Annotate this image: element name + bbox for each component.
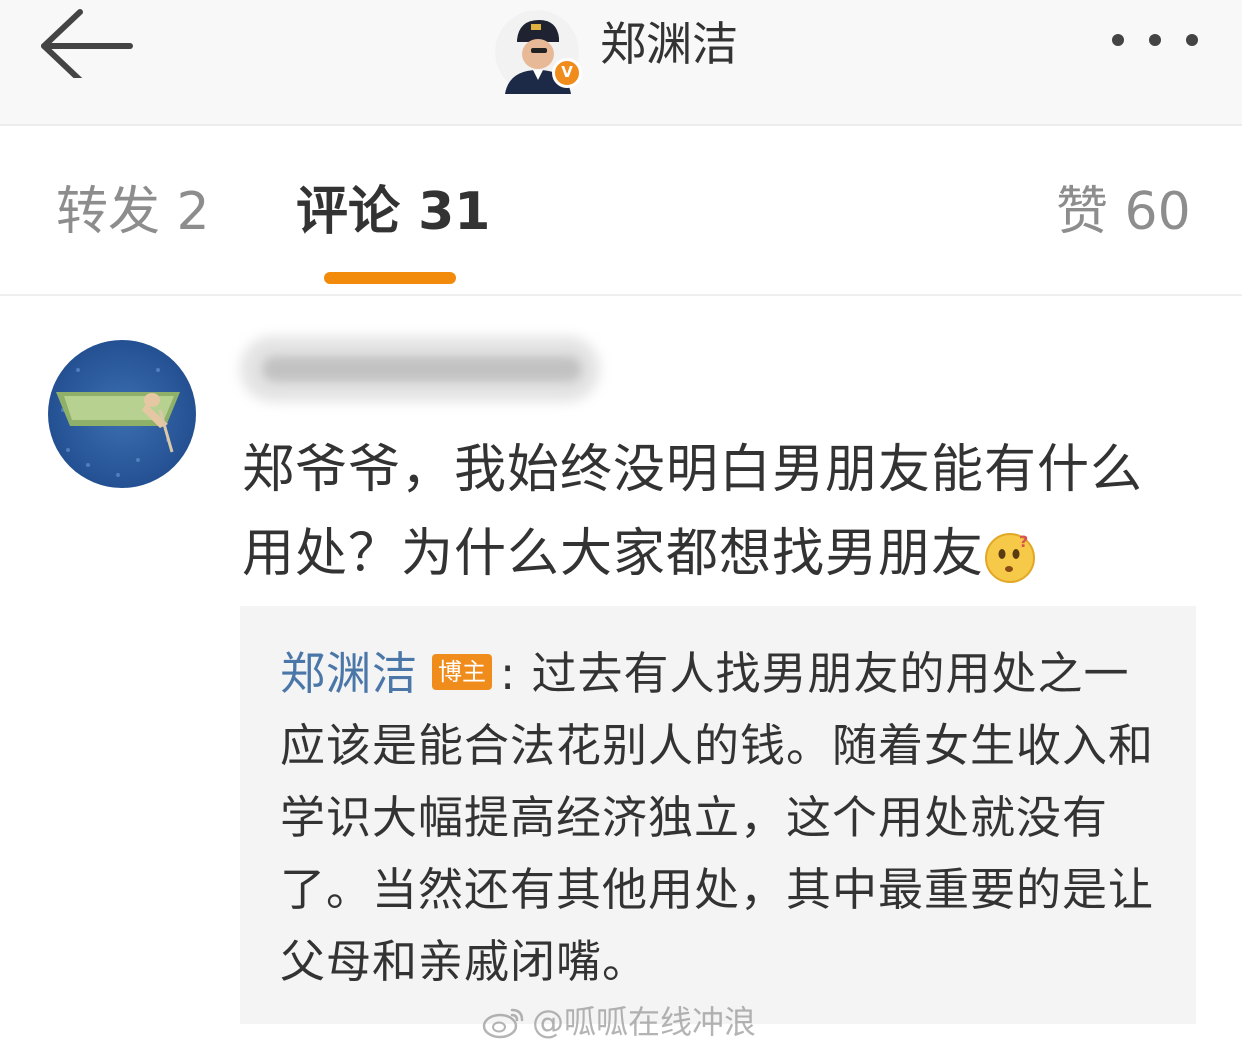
- verified-badge: V: [552, 58, 582, 88]
- confused-face-icon: ?: [984, 525, 1036, 583]
- author-reply: 郑渊洁 博主: 过去有人找男朋友的用处之一应该是能合法花别人的钱。随着女生收入和学…: [280, 638, 1160, 998]
- host-badge: 博主: [432, 654, 493, 690]
- tab-reposts[interactable]: 转发 2: [56, 180, 210, 244]
- back-arrow-icon: [41, 9, 133, 83]
- back-button[interactable]: [30, 8, 140, 83]
- commenter-avatar-image: [48, 340, 196, 488]
- tab-likes[interactable]: 赞 60: [1056, 180, 1191, 244]
- reply-author-link[interactable]: 郑渊洁: [280, 647, 418, 700]
- commenter-name-blur-overlay: [262, 356, 582, 382]
- more-options-button[interactable]: [1100, 20, 1210, 60]
- comment-body: 郑爷爷，我始终没明白男朋友能有什么用处？为什么大家都想找男朋友 ?: [242, 428, 1182, 596]
- svg-text:?: ?: [1019, 532, 1029, 551]
- tab-bar: 转发 2 评论 31 赞 60: [0, 126, 1242, 296]
- watermark-text: @呱呱在线冲浪: [532, 1003, 757, 1041]
- weibo-logo-icon: [482, 1008, 524, 1039]
- top-nav-bar: V 郑渊洁: [0, 0, 1242, 126]
- tab-comments[interactable]: 评论 31: [296, 180, 490, 244]
- more-dots-icon: [1112, 34, 1198, 46]
- active-tab-indicator: [324, 272, 456, 284]
- weibo-watermark: @呱呱在线冲浪: [482, 1000, 756, 1044]
- commenter-avatar[interactable]: [48, 340, 196, 488]
- page-title: 郑渊洁: [600, 17, 738, 71]
